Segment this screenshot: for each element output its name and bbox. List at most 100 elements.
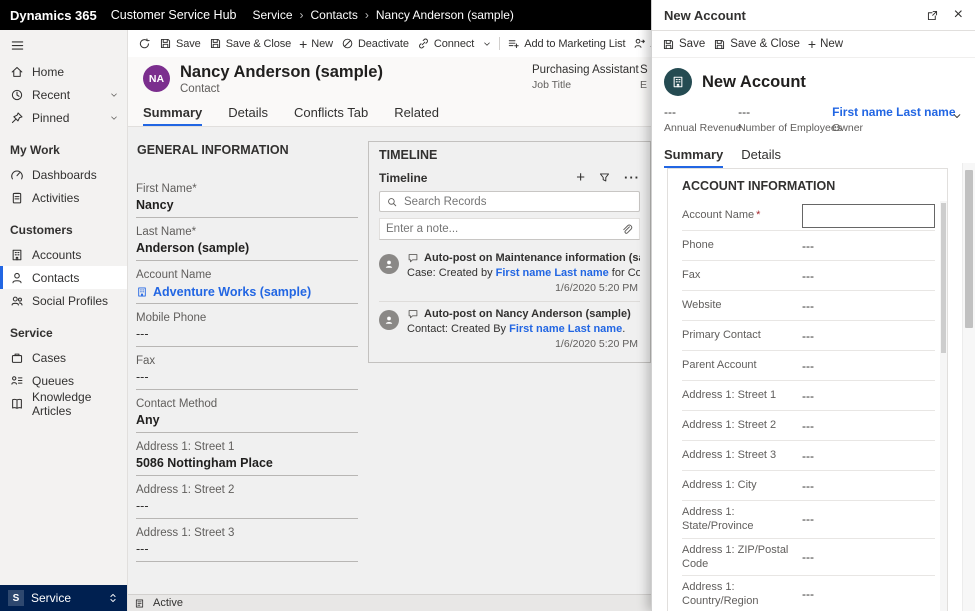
account-name-input[interactable] <box>802 204 935 228</box>
field-value[interactable]: --- <box>136 542 358 557</box>
field-value[interactable]: --- <box>794 512 935 526</box>
field-value[interactable]: --- <box>794 389 935 403</box>
new-button[interactable]: + New <box>295 30 337 57</box>
collapse-sitemap-button[interactable] <box>0 30 127 60</box>
sidebar-item-recent[interactable]: Recent <box>0 83 127 106</box>
sidebar-item-knowledge-articles[interactable]: Knowledge Articles <box>0 392 127 415</box>
tab-conflicts[interactable]: Conflicts Tab <box>294 100 368 126</box>
dynamics-brand[interactable]: Dynamics 365 <box>10 8 97 23</box>
tab-related[interactable]: Related <box>394 100 439 126</box>
chevron-down-icon <box>109 90 119 100</box>
timeline-entry[interactable]: Auto-post on Maintenance information (sa… <box>379 246 640 302</box>
account-name-link[interactable]: Adventure Works (sample) <box>136 284 358 299</box>
field-value[interactable]: --- <box>136 327 358 342</box>
field-value[interactable]: --- <box>794 329 935 343</box>
field-value[interactable]: --- <box>136 499 358 514</box>
header-expand-button[interactable] <box>951 109 963 127</box>
expand-dialog-button[interactable] <box>926 9 939 22</box>
user-link[interactable]: First name Last name <box>509 323 622 335</box>
sidebar-item-contacts[interactable]: Contacts <box>0 266 127 289</box>
timeline-search-input[interactable] <box>404 196 633 208</box>
timeline-add-button[interactable]: + <box>576 170 585 185</box>
save-and-close-button[interactable]: Save & Close <box>205 30 295 57</box>
cases-icon <box>10 351 24 365</box>
contacts-icon <box>10 271 24 285</box>
field-value[interactable]: --- <box>794 449 935 463</box>
section-scrollbar-thumb[interactable] <box>941 203 946 353</box>
save-button[interactable]: Save <box>155 30 205 57</box>
dialog-save-button[interactable]: Save <box>658 31 709 57</box>
general-information-section: GENERAL INFORMATION First Name* Nancy La… <box>136 141 358 594</box>
user-link[interactable]: First name Last name <box>496 267 609 279</box>
sidebar-item-social-profiles[interactable]: Social Profiles <box>0 289 127 312</box>
note-input[interactable] <box>386 223 614 235</box>
timeline-control-title: Timeline <box>379 171 427 185</box>
timeline-more-button[interactable]: ··· <box>624 170 640 185</box>
connect-dropdown-button[interactable] <box>478 30 496 57</box>
field-label: Address 1: Street 2 <box>682 414 794 436</box>
dialog-new-button[interactable]: + New <box>804 31 847 57</box>
sidebar-item-home[interactable]: Home <box>0 60 127 83</box>
tab-summary[interactable]: Summary <box>143 100 202 126</box>
tab-details[interactable]: Details <box>228 100 268 126</box>
breadcrumb-contacts[interactable]: Contacts <box>311 8 358 22</box>
form-body: GENERAL INFORMATION First Name* Nancy La… <box>128 127 651 594</box>
sidebar-item-cases[interactable]: Cases <box>0 346 127 369</box>
dialog-save-and-close-button[interactable]: Save & Close <box>709 31 804 57</box>
timeline-entry[interactable]: Auto-post on Nancy Anderson (sample) Con… <box>379 302 640 357</box>
field-account-name: Account Name Adventure Works (sample) <box>136 269 358 304</box>
sidebar-item-activities[interactable]: Activities <box>0 186 127 209</box>
field-row-account-name: Account Name* <box>682 201 935 231</box>
field-value[interactable]: --- <box>794 299 935 313</box>
sidebar-item-accounts[interactable]: Accounts <box>0 243 127 266</box>
add-to-list-icon <box>507 37 520 50</box>
dialog-tab-summary[interactable]: Summary <box>664 142 723 168</box>
queues-icon <box>10 374 24 388</box>
field-label: Address 1: Country/Region <box>682 576 794 611</box>
owner-link[interactable]: First name Last name <box>832 105 926 119</box>
field-row-phone: Phone --- <box>682 231 935 261</box>
field-value[interactable]: Any <box>136 413 358 428</box>
deactivate-label: Deactivate <box>358 38 409 50</box>
attach-icon[interactable] <box>620 223 633 236</box>
field-value[interactable]: Nancy <box>136 198 358 213</box>
area-label: Service <box>31 591 71 605</box>
sidebar-item-label: Cases <box>32 351 66 365</box>
job-title-label: Job Title <box>532 79 639 91</box>
area-switcher[interactable]: S Service <box>0 585 127 611</box>
save-close-icon <box>713 38 726 51</box>
entry-content: Auto-post on Maintenance information (sa… <box>407 252 640 294</box>
deactivate-button[interactable]: Deactivate <box>337 30 413 57</box>
assign-button[interactable]: Assign <box>629 30 651 57</box>
field-value[interactable]: --- <box>136 370 358 385</box>
account-information-section: ACCOUNT INFORMATION Account Name* Phone … <box>667 168 948 611</box>
field-value[interactable]: --- <box>794 479 935 493</box>
sidebar-item-pinned[interactable]: Pinned <box>0 106 127 129</box>
field-value[interactable]: --- <box>794 269 935 283</box>
sidebar-item-dashboards[interactable]: Dashboards <box>0 163 127 186</box>
field-value[interactable]: --- <box>794 239 935 253</box>
header-field-annual-revenue: --- Annual Revenue <box>664 105 723 134</box>
close-dialog-button[interactable]: × <box>954 7 963 23</box>
field-label: Fax <box>136 355 358 367</box>
breadcrumb-service[interactable]: Service <box>252 8 292 22</box>
required-asterisk: * <box>192 226 196 238</box>
field-value[interactable]: --- <box>794 587 935 601</box>
field-value[interactable]: 5086 Nottingham Place <box>136 456 358 471</box>
add-to-marketing-list-button[interactable]: Add to Marketing List <box>503 30 629 57</box>
app-name[interactable]: Customer Service Hub <box>111 8 237 22</box>
connect-button[interactable]: Connect <box>413 30 478 57</box>
dialog-tab-details[interactable]: Details <box>741 142 781 168</box>
dialog-scrollbar-thumb[interactable] <box>965 170 973 328</box>
field-value[interactable]: Anderson (sample) <box>136 241 358 256</box>
refresh-button[interactable] <box>134 30 155 57</box>
field-value[interactable]: --- <box>794 359 935 373</box>
save-label: Save <box>176 38 201 50</box>
field-first-name: First Name* Nancy <box>136 183 358 218</box>
sidebar-section-service: Service <box>0 312 127 346</box>
field-address1-street1: Address 1: Street 1 5086 Nottingham Plac… <box>136 441 358 476</box>
timeline-filter-button[interactable] <box>598 171 611 184</box>
building-icon <box>136 286 148 298</box>
field-value[interactable]: --- <box>794 419 935 433</box>
field-value[interactable]: --- <box>794 550 935 564</box>
